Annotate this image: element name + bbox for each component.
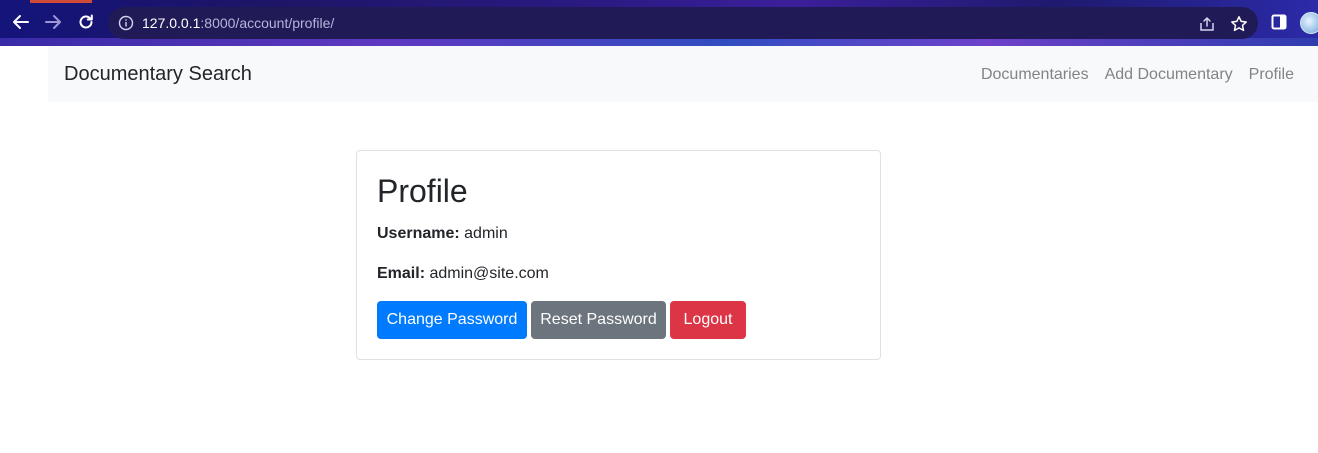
email-value: admin@site.com (429, 265, 549, 282)
nav-links: Documentaries Add Documentary Profile (981, 66, 1294, 84)
email-label: Email: (377, 265, 426, 282)
username-label: Username: (377, 225, 460, 242)
forward-arrow-icon[interactable] (42, 11, 64, 33)
url-host: 127.0.0.1 (142, 15, 201, 31)
url-text[interactable]: 127.0.0.1:8000/account/profile/ (142, 15, 334, 31)
info-icon[interactable] (118, 15, 134, 31)
change-password-button[interactable]: Change Password (377, 301, 527, 339)
tab-indicator (30, 0, 92, 3)
side-panel-icon[interactable] (1271, 14, 1287, 30)
reload-icon[interactable] (75, 11, 97, 33)
reset-password-button[interactable]: Reset Password (531, 301, 666, 339)
username-value: admin (464, 225, 508, 242)
address-bar[interactable]: 127.0.0.1:8000/account/profile/ (108, 7, 1258, 39)
action-buttons: Change Password Reset Password Logout (377, 301, 746, 339)
username-row: Username: admin (377, 225, 508, 243)
navbar: Documentary Search Documentaries Add Doc… (48, 46, 1318, 102)
page-title: Profile (377, 173, 468, 209)
star-icon[interactable] (1230, 15, 1248, 33)
share-icon[interactable] (1198, 15, 1216, 33)
logout-button[interactable]: Logout (670, 301, 746, 339)
nav-link-profile[interactable]: Profile (1249, 66, 1294, 84)
nav-link-documentaries[interactable]: Documentaries (981, 66, 1089, 84)
url-path: :8000/account/profile/ (200, 15, 335, 31)
nav-link-add-documentary[interactable]: Add Documentary (1105, 66, 1233, 84)
email-row: Email: admin@site.com (377, 265, 549, 283)
avatar[interactable] (1300, 12, 1318, 34)
back-arrow-icon[interactable] (10, 11, 32, 33)
browser-toolbar: 127.0.0.1:8000/account/profile/ (0, 0, 1318, 46)
navbar-brand[interactable]: Documentary Search (64, 63, 252, 86)
profile-card: Profile Username: admin Email: admin@sit… (356, 150, 881, 360)
